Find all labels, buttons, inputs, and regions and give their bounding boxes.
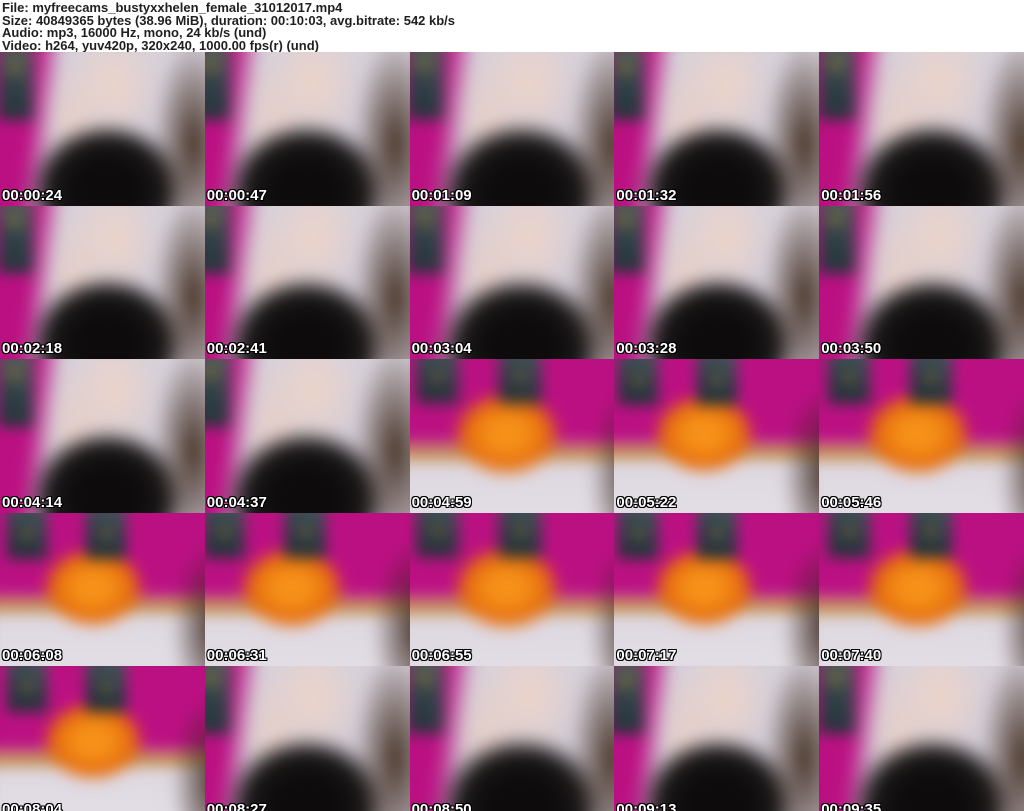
video-thumbnail: 00:03:50 (819, 205, 1024, 360)
video-thumbnail: 00:02:41 (204, 205, 410, 360)
video-thumbnail: 00:00:24 (0, 52, 205, 206)
timestamp-overlay: 00:01:32 (616, 186, 677, 204)
video-thumbnail: 00:06:08 (0, 512, 205, 667)
thumbnail-image (204, 52, 410, 206)
thumbnail-image (819, 666, 1024, 811)
thumbnail-image (409, 512, 615, 667)
timestamp-overlay: 00:03:50 (821, 340, 882, 358)
thumbnail-image (0, 666, 205, 811)
thumbnail-image (204, 512, 410, 667)
timestamp-overlay: 00:04:37 (206, 493, 267, 511)
thumbnail-image (614, 205, 820, 360)
thumbnail-image (819, 512, 1024, 667)
thumbnail-image (614, 512, 820, 667)
video-thumbnail: 00:01:56 (819, 52, 1024, 206)
timestamp-overlay: 00:07:40 (821, 647, 882, 665)
timestamp-overlay: 00:06:08 (2, 647, 63, 665)
video-thumbnail: 00:07:17 (614, 512, 820, 667)
timestamp-overlay: 00:04:14 (2, 493, 63, 511)
thumbnail-image (819, 52, 1024, 206)
timestamp-overlay: 00:01:56 (821, 186, 882, 204)
timestamp-overlay: 00:08:04 (2, 800, 63, 811)
timestamp-overlay: 00:00:24 (2, 186, 63, 204)
video-thumbnail: 00:05:46 (819, 359, 1024, 513)
video-thumbnail: 00:04:59 (409, 359, 615, 513)
thumbnail-grid: 00:00:24 00:00:47 00:01:09 00:01:32 00:0… (0, 52, 1024, 811)
timestamp-overlay: 00:03:04 (411, 340, 472, 358)
thumbnail-image (819, 359, 1024, 513)
video-thumbnail: 00:03:04 (409, 205, 615, 360)
timestamp-overlay: 00:01:09 (411, 186, 472, 204)
video-thumbnail: 00:01:32 (614, 52, 820, 206)
timestamp-overlay: 00:06:55 (411, 647, 472, 665)
video-thumbnail: 00:00:47 (204, 52, 410, 206)
video-info-line: Video: h264, yuv420p, 320x240, 1000.00 f… (2, 37, 319, 53)
video-thumbnail: 00:08:04 (0, 666, 205, 811)
video-thumbnail: 00:06:55 (409, 512, 615, 667)
timestamp-overlay: 00:05:22 (616, 493, 677, 511)
video-thumbnail: 00:01:09 (409, 52, 615, 206)
video-thumbnail: 00:09:35 (819, 666, 1024, 811)
timestamp-overlay: 00:09:13 (616, 800, 677, 811)
video-thumbnail: 00:06:31 (204, 512, 410, 667)
timestamp-overlay: 00:04:59 (411, 493, 472, 511)
timestamp-overlay: 00:05:46 (821, 493, 882, 511)
thumbnail-image (819, 205, 1024, 360)
video-thumbnail: 00:09:13 (614, 666, 820, 811)
thumbnail-image (614, 52, 820, 206)
thumbnail-image (409, 52, 615, 206)
timestamp-overlay: 00:08:50 (411, 800, 472, 811)
thumbnail-image (0, 205, 205, 360)
thumbnail-image (0, 359, 205, 513)
timestamp-overlay: 00:06:31 (206, 647, 267, 665)
thumbnail-image (409, 205, 615, 360)
file-metadata-header: File: myfreecams_bustyxxhelen_female_310… (0, 0, 1024, 52)
thumbnail-image (614, 359, 820, 513)
timestamp-overlay: 00:00:47 (206, 186, 267, 204)
thumbnail-image (614, 666, 820, 811)
video-thumbnail: 00:02:18 (0, 205, 205, 360)
thumbnail-image (204, 205, 410, 360)
timestamp-overlay: 00:02:18 (2, 340, 63, 358)
video-thumbnail: 00:08:50 (409, 666, 615, 811)
timestamp-overlay: 00:07:17 (616, 647, 677, 665)
timestamp-overlay: 00:03:28 (616, 340, 677, 358)
thumbnail-image (204, 359, 410, 513)
video-thumbnail: 00:04:37 (204, 359, 410, 513)
thumbnail-image (0, 52, 205, 206)
thumbnail-image (0, 512, 205, 667)
timestamp-overlay: 00:09:35 (821, 800, 882, 811)
thumbnail-image (409, 359, 615, 513)
video-thumbnail: 00:08:27 (204, 666, 410, 811)
thumbnail-image (204, 666, 410, 811)
video-thumbnail: 00:05:22 (614, 359, 820, 513)
timestamp-overlay: 00:08:27 (206, 800, 267, 811)
video-thumbnail: 00:04:14 (0, 359, 205, 513)
video-thumbnail: 00:07:40 (819, 512, 1024, 667)
timestamp-overlay: 00:02:41 (206, 340, 267, 358)
video-thumbnail: 00:03:28 (614, 205, 820, 360)
thumbnail-image (409, 666, 615, 811)
